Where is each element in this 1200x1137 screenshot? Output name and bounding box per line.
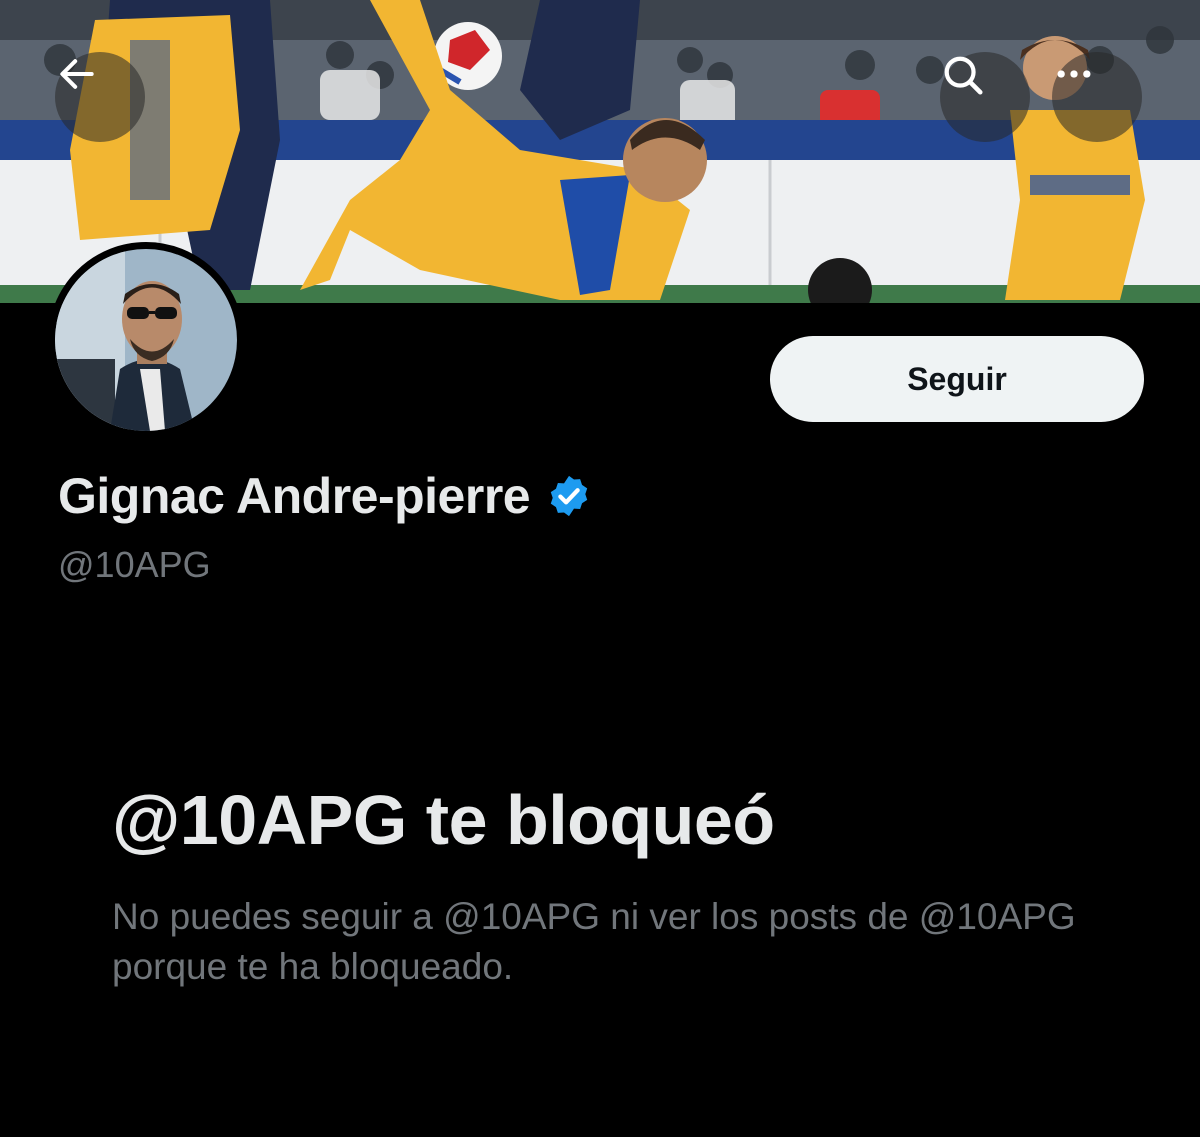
more-horizontal-icon [1057, 70, 1091, 78]
display-name: Gignac Andre-pierre [58, 468, 531, 524]
profile-name-row: Gignac Andre-pierre [58, 466, 592, 526]
avatar-image [55, 249, 237, 431]
search-button[interactable] [940, 52, 1030, 142]
arrow-left-icon [60, 59, 94, 89]
profile-handle: @10APG [58, 544, 211, 585]
profile-avatar[interactable] [48, 242, 244, 438]
follow-button[interactable]: Seguir [770, 336, 1144, 422]
blocked-description: No puedes seguir a @10APG ni ver los pos… [112, 896, 1076, 987]
blocked-title: @10APG te bloqueó [112, 781, 775, 859]
verified-badge-icon[interactable] [546, 473, 592, 519]
back-button[interactable] [55, 52, 145, 142]
more-options-button[interactable] [1052, 52, 1142, 142]
search-icon [944, 56, 983, 95]
